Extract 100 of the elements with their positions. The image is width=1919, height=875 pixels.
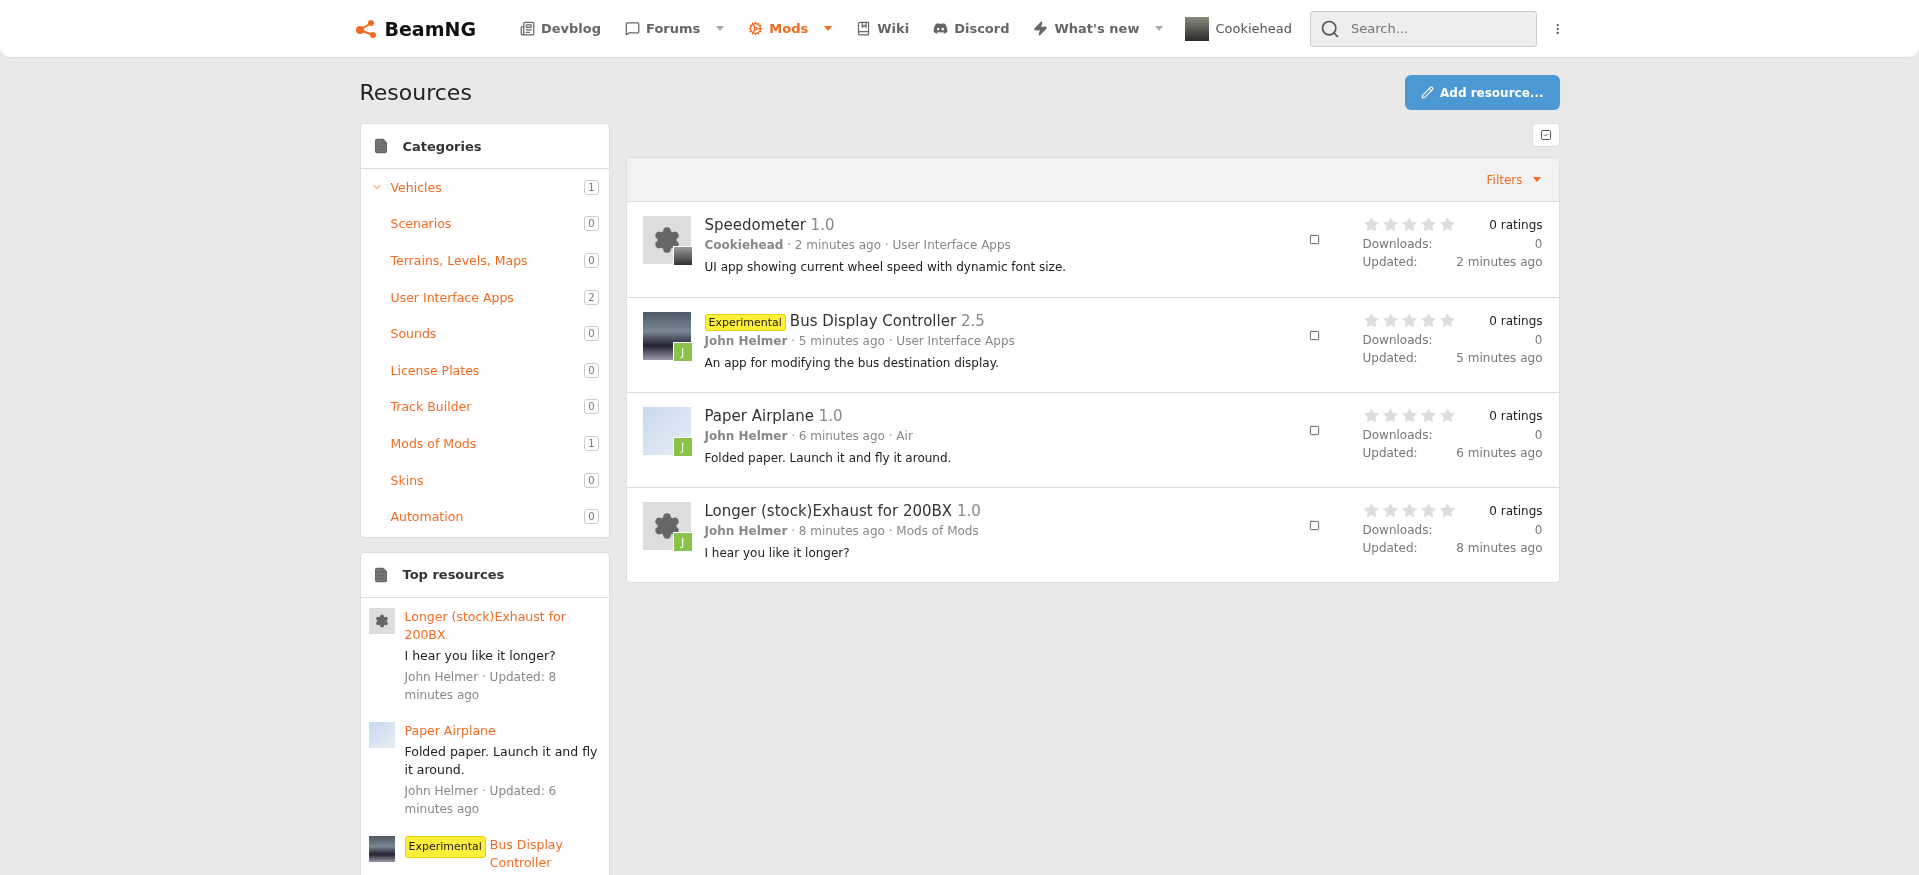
- stat-label: Downloads:: [1362, 428, 1433, 442]
- category-count: 0: [584, 472, 599, 488]
- stat-value: 6 minutes ago: [1456, 446, 1543, 460]
- nav-tab[interactable]: Devblog: [510, 8, 612, 49]
- category-link[interactable]: Sounds: [390, 326, 585, 342]
- resource-title[interactable]: Paper Airplane 1.0: [704, 407, 1295, 425]
- lightning-icon: [1033, 21, 1049, 36]
- category-count: 0: [584, 509, 599, 525]
- star-icon[interactable]: [1381, 216, 1399, 233]
- category-link[interactable]: Vehicles: [390, 179, 585, 195]
- version-text: 1.0: [956, 502, 981, 520]
- add-resource-button[interactable]: Add resource...: [1405, 75, 1560, 110]
- resource-title[interactable]: Speedometer 1.0: [704, 216, 1295, 234]
- category-count: 1: [584, 179, 599, 195]
- gear-thumbnail: [368, 607, 395, 634]
- user-avatar[interactable]: J: [672, 532, 693, 552]
- logo-text[interactable]: BeamNG: [384, 17, 476, 40]
- user-avatar[interactable]: J: [672, 437, 693, 457]
- resource-name[interactable]: Bus Display Controller: [789, 312, 957, 330]
- checkbox[interactable]: [1308, 329, 1320, 341]
- star-icon[interactable]: [1381, 502, 1399, 519]
- star-icon[interactable]: [1438, 502, 1456, 519]
- star-icon[interactable]: [1438, 216, 1456, 233]
- filters-link[interactable]: Filters: [1486, 172, 1541, 187]
- resource-meta: John Helmer · Updated: 6 minutes ago: [404, 782, 558, 818]
- ratings-count: 0 ratings: [1489, 313, 1543, 328]
- nav-tab[interactable]: Forums: [615, 8, 735, 49]
- checkbox[interactable]: [1308, 519, 1320, 531]
- category-link[interactable]: Scenarios: [390, 216, 585, 232]
- select-button[interactable]: [1531, 123, 1560, 147]
- stat-label: Updated:: [1362, 446, 1418, 460]
- version-text: 1.0: [818, 407, 843, 425]
- resource-meta: John Helmer · Updated: 8 minutes ago: [404, 668, 558, 704]
- star-rating[interactable]: [1362, 407, 1456, 424]
- pencil-icon: [1421, 86, 1434, 99]
- star-icon[interactable]: [1438, 312, 1456, 329]
- category-link[interactable]: Automation: [390, 509, 585, 525]
- card-title: Categories: [402, 138, 482, 154]
- ratings-count: 0 ratings: [1489, 217, 1543, 232]
- category-link[interactable]: Track Builder: [390, 399, 585, 415]
- star-icon[interactable]: [1362, 502, 1380, 519]
- star-icon[interactable]: [1362, 407, 1380, 424]
- resource-name[interactable]: Speedometer: [704, 216, 806, 234]
- category-count: 2: [584, 289, 599, 305]
- category-link[interactable]: License Plates: [390, 362, 585, 378]
- star-icon[interactable]: [1400, 502, 1418, 519]
- avatar-photo: [1185, 16, 1210, 41]
- resource-description: An app for modifying the bus destination display.: [704, 356, 1000, 370]
- star-rating[interactable]: [1362, 216, 1456, 233]
- nav-tab[interactable]: Mods: [738, 8, 843, 49]
- star-icon[interactable]: [1419, 312, 1437, 329]
- star-rating[interactable]: [1362, 502, 1456, 519]
- nav-tab[interactable]: Discord: [923, 8, 1020, 49]
- category-link[interactable]: User Interface Apps: [390, 289, 585, 305]
- star-icon[interactable]: [1362, 312, 1380, 329]
- star-icon[interactable]: [1381, 312, 1399, 329]
- ratings-count: 0 ratings: [1489, 408, 1543, 423]
- category-count: 0: [584, 326, 599, 342]
- stat-value: 8 minutes ago: [1456, 541, 1543, 555]
- checkbox-icon: [1539, 129, 1552, 141]
- resource-description: Folded paper. Launch it and fly it around.: [404, 742, 599, 779]
- version-text: 2.5: [960, 312, 985, 330]
- star-icon[interactable]: [1438, 407, 1456, 424]
- nav-tab[interactable]: Wiki: [846, 8, 920, 49]
- stat-label: Updated:: [1362, 351, 1418, 365]
- nav-tab[interactable]: What's new: [1023, 8, 1174, 49]
- category-link[interactable]: Mods of Mods: [390, 435, 585, 451]
- star-icon[interactable]: [1419, 216, 1437, 233]
- version-text: 1.0: [810, 216, 835, 234]
- star-rating[interactable]: [1362, 312, 1456, 329]
- resource-name[interactable]: Longer (stock)Exhaust for 200BX: [704, 502, 953, 520]
- star-icon[interactable]: [1400, 312, 1418, 329]
- resource-name[interactable]: Paper Airplane: [704, 407, 814, 425]
- resource-meta: John Helmer · 5 minutes ago · User Interface Apps: [704, 334, 1016, 348]
- gears-icon: [748, 21, 764, 36]
- search-field[interactable]: Search...: [1309, 10, 1538, 47]
- discord-icon: [933, 21, 949, 36]
- stat-label: Downloads:: [1362, 237, 1433, 251]
- resource-link[interactable]: Longer (stock)Exhaust for 200BX: [404, 607, 601, 644]
- star-icon[interactable]: [1362, 216, 1380, 233]
- checkbox[interactable]: [1308, 234, 1320, 245]
- checkbox[interactable]: [1308, 424, 1320, 436]
- star-icon[interactable]: [1419, 502, 1437, 519]
- star-icon[interactable]: [1419, 407, 1437, 424]
- user-avatar[interactable]: J: [672, 342, 693, 362]
- resource-link[interactable]: Paper Airplane: [404, 721, 601, 740]
- star-icon[interactable]: [1400, 216, 1418, 233]
- stat-label: Downloads:: [1362, 333, 1433, 347]
- resource-link[interactable]: Bus Display Controller: [489, 835, 601, 872]
- user-avatar[interactable]: [672, 246, 693, 266]
- resource-title[interactable]: Longer (stock)Exhaust for 200BX 1.0: [704, 502, 1295, 520]
- star-icon[interactable]: [1400, 407, 1418, 424]
- category-link[interactable]: Skins: [390, 472, 585, 488]
- chat-bubble-icon: [625, 21, 641, 36]
- category-count: 0: [584, 399, 599, 415]
- star-icon[interactable]: [1381, 407, 1399, 424]
- category-link[interactable]: Terrains, Levels, Maps: [390, 253, 585, 268]
- document-icon: [372, 566, 389, 583]
- resource-title[interactable]: Experimental Bus Display Controller 2.5: [704, 312, 1295, 330]
- user-link[interactable]: Cookiehead: [1177, 16, 1300, 41]
